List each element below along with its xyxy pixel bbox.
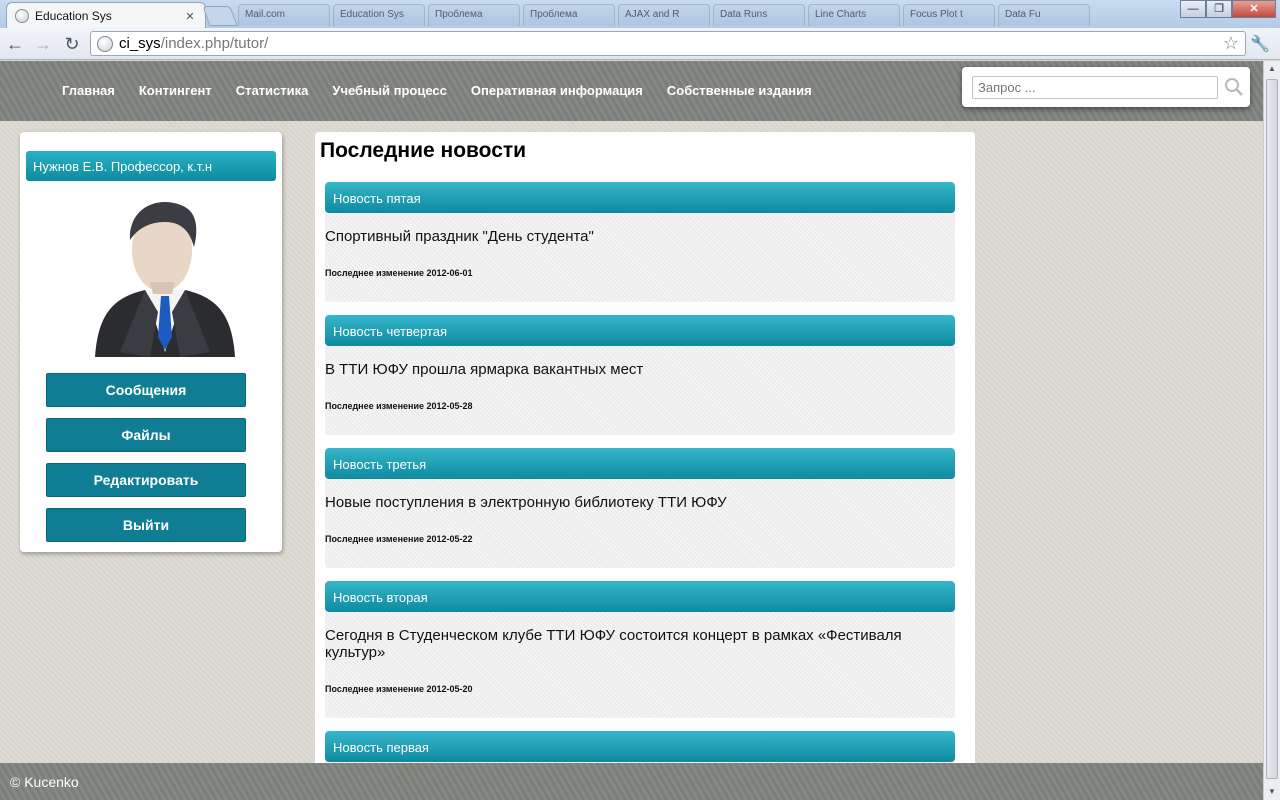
tab-background[interactable]: Проблема: [523, 4, 615, 26]
scrollbar-thumb[interactable]: [1266, 79, 1278, 779]
new-tab-button[interactable]: [202, 6, 238, 26]
tab-background[interactable]: AJAX and R: [618, 4, 710, 26]
news-date: Последнее изменение 2012-05-28: [325, 401, 473, 411]
news-date: Последнее изменение 2012-06-01: [325, 268, 473, 278]
news-item: Новость третья Новые поступления в элект…: [325, 448, 955, 568]
news-item: Новость пятая Спортивный праздник "День …: [325, 182, 955, 302]
news-date: Последнее изменение 2012-05-20: [325, 684, 473, 694]
url-path: /index.php/tutor/: [160, 35, 269, 52]
tab-title: Education Sys: [35, 9, 112, 23]
search-panel: [962, 67, 1250, 107]
back-icon[interactable]: ←: [4, 33, 26, 55]
forward-icon[interactable]: →: [32, 33, 54, 55]
news-text: В ТТИ ЮФУ прошла ярмарка вакантных мест: [325, 361, 644, 378]
edit-button[interactable]: Редактировать: [46, 463, 246, 497]
globe-icon: [15, 9, 29, 23]
minimize-button[interactable]: —: [1180, 0, 1206, 18]
bookmark-star-icon[interactable]: ☆: [1223, 33, 1239, 54]
news-header[interactable]: Новость пятая: [325, 182, 955, 213]
news-header[interactable]: Новость первая: [325, 731, 955, 762]
news-text: Спортивный праздник "День студента": [325, 228, 594, 245]
files-button[interactable]: Файлы: [46, 418, 246, 452]
search-icon[interactable]: [1224, 77, 1244, 97]
scroll-up-icon[interactable]: ▲: [1264, 61, 1280, 77]
main-menu: Главная Контингент Статистика Учебный пр…: [62, 83, 836, 98]
user-name-bar: Нужнов Е.В. Профессор, к.т.н: [26, 151, 276, 181]
reload-icon[interactable]: ↻: [61, 33, 83, 55]
url-host: ci_sys: [119, 35, 161, 52]
menu-item-publications[interactable]: Собственные издания: [667, 83, 812, 98]
copyright-text: © Kucenko: [10, 774, 79, 790]
tab-background[interactable]: Проблема: [428, 4, 520, 26]
news-header[interactable]: Новость четвертая: [325, 315, 955, 346]
address-bar[interactable]: ci_sys/index.php/tutor/ ☆: [90, 31, 1246, 56]
menu-item-study-process[interactable]: Учебный процесс: [332, 83, 447, 98]
tab-background[interactable]: Line Charts: [808, 4, 900, 26]
browser-toolbar: ← → ↻ ci_sys/index.php/tutor/ ☆ 🔧: [0, 28, 1280, 60]
news-text: Новые поступления в электронную библиоте…: [325, 494, 727, 511]
news-text: Сегодня в Студенческом клубе ТТИ ЮФУ сос…: [325, 627, 902, 661]
tab-background[interactable]: Mail.com: [238, 4, 330, 26]
search-input[interactable]: [972, 76, 1218, 99]
logout-button[interactable]: Выйти: [46, 508, 246, 542]
news-panel: Последние новости Новость пятая Спортивн…: [315, 132, 975, 800]
menu-item-home[interactable]: Главная: [62, 83, 115, 98]
menu-item-operational-info[interactable]: Оперативная информация: [471, 83, 643, 98]
tab-background[interactable]: Education Sys: [333, 4, 425, 26]
user-avatar-icon: [95, 202, 235, 357]
menu-item-contingent[interactable]: Контингент: [139, 83, 212, 98]
wrench-icon[interactable]: 🔧: [1250, 34, 1270, 54]
page-title: Последние новости: [320, 139, 527, 162]
news-date: Последнее изменение 2012-05-22: [325, 534, 473, 544]
window-controls: — ❐ ✕: [1180, 0, 1276, 18]
news-header[interactable]: Новость третья: [325, 448, 955, 479]
scroll-down-icon[interactable]: ▼: [1264, 784, 1280, 800]
browser-tabstrip: Education Sys ✕ Mail.com Education Sys П…: [0, 0, 1280, 29]
page-viewport: Главная Контингент Статистика Учебный пр…: [0, 61, 1263, 800]
news-item: Новость четвертая В ТТИ ЮФУ прошла ярмар…: [325, 315, 955, 435]
vertical-scrollbar[interactable]: ▲ ▼: [1263, 61, 1280, 800]
tab-background[interactable]: Focus Plot t: [903, 4, 995, 26]
tab-background[interactable]: Data Runs: [713, 4, 805, 26]
user-sidebar: Нужнов Е.В. Профессор, к.т.н Сообщения Ф…: [20, 132, 282, 552]
messages-button[interactable]: Сообщения: [46, 373, 246, 407]
news-item: Новость вторая Сегодня в Студенческом кл…: [325, 581, 955, 718]
top-navigation: Главная Контингент Статистика Учебный пр…: [0, 61, 1263, 121]
tab-background[interactable]: Data Fu: [998, 4, 1090, 26]
news-header[interactable]: Новость вторая: [325, 581, 955, 612]
menu-item-statistics[interactable]: Статистика: [236, 83, 309, 98]
page-info-icon[interactable]: [97, 35, 113, 52]
background-tabs: Mail.com Education Sys Проблема Проблема…: [238, 4, 1093, 26]
tab-active[interactable]: Education Sys ✕: [6, 2, 206, 29]
footer: © Kucenko: [0, 763, 1263, 800]
close-tab-icon[interactable]: ✕: [183, 10, 197, 23]
maximize-button[interactable]: ❐: [1206, 0, 1232, 18]
close-window-button[interactable]: ✕: [1232, 0, 1276, 18]
